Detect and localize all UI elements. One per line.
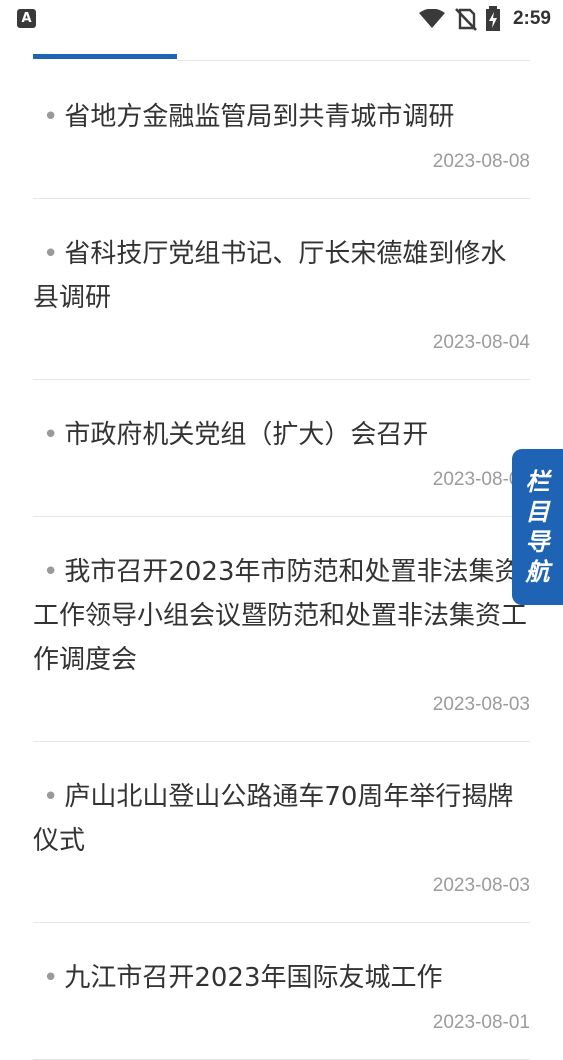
news-date: 2023-08-01: [432, 1012, 530, 1033]
news-title[interactable]: • 市政府机关党组（扩大）会召开: [33, 413, 530, 457]
nav-tab-char: 栏: [525, 468, 550, 496]
no-sim-icon: [455, 8, 477, 31]
news-item[interactable]: • 九江市召开2023年国际友城工作 2023-08-01: [33, 923, 530, 1060]
bullet: •: [43, 102, 59, 132]
app-notification-icon: A: [17, 9, 36, 28]
wifi-icon: [418, 9, 445, 28]
news-item[interactable]: • 庐山北山登山公路通车70周年举行揭牌仪式 2023-08-03: [33, 742, 530, 923]
news-item[interactable]: • 市政府机关党组（扩大）会召开 2023-08-03: [33, 380, 530, 517]
news-title-text[interactable]: 省地方金融监管局到共青城市调研: [64, 102, 454, 132]
tab-strip: [33, 38, 530, 62]
nav-tab-char: 导: [525, 528, 550, 556]
news-date: 2023-08-08: [432, 151, 530, 172]
news-item[interactable]: • 我市召开2023年市防范和处置非法集资工作领导小组会议暨防范和处置非法集资工作…: [33, 517, 530, 742]
status-icons: 2:59: [418, 5, 551, 33]
bullet: •: [43, 782, 59, 812]
bullet: •: [43, 420, 59, 450]
news-item[interactable]: • 省地方金融监管局到共青城市调研 2023-08-08: [33, 62, 530, 199]
bullet: •: [43, 557, 59, 587]
bullet: •: [43, 239, 59, 269]
tab-divider: [177, 60, 530, 61]
news-date: 2023-08-03: [432, 469, 530, 490]
news-title-text[interactable]: 庐山北山登山公路通车70周年举行揭牌仪式: [33, 782, 513, 856]
news-list: • 省地方金融监管局到共青城市调研 2023-08-08 • 省科技厅党组书记、厅长…: [33, 62, 530, 1060]
news-title[interactable]: • 省地方金融监管局到共青城市调研: [33, 95, 530, 139]
news-title[interactable]: • 九江市召开2023年国际友城工作: [33, 956, 530, 1000]
news-title-text[interactable]: 我市召开2023年市防范和处置非法集资工作领导小组会议暨防范和处置非法集资工作调…: [33, 557, 527, 675]
news-title-text[interactable]: 市政府机关党组（扩大）会召开: [64, 420, 428, 450]
news-title-text[interactable]: 九江市召开2023年国际友城工作: [64, 963, 442, 993]
battery-charging-icon: [485, 6, 500, 31]
clock: 2:59: [512, 8, 551, 29]
news-title[interactable]: • 庐山北山登山公路通车70周年举行揭牌仪式: [33, 775, 530, 863]
status-bar: A 2:59: [0, 0, 563, 38]
news-title[interactable]: • 我市召开2023年市防范和处置非法集资工作领导小组会议暨防范和处置非法集资工作…: [33, 550, 530, 682]
news-date: 2023-08-03: [432, 875, 530, 896]
bullet: •: [43, 963, 59, 993]
active-tab-indicator: [33, 54, 177, 59]
news-item[interactable]: • 省科技厅党组书记、厅长宋德雄到修水县调研 2023-08-04: [33, 199, 530, 380]
news-date: 2023-08-04: [432, 332, 530, 353]
news-title[interactable]: • 省科技厅党组书记、厅长宋德雄到修水县调研: [33, 232, 530, 320]
news-date: 2023-08-03: [432, 694, 530, 715]
nav-tab-char: 目: [525, 498, 550, 526]
nav-tab-char: 航: [525, 558, 550, 586]
news-title-text[interactable]: 省科技厅党组书记、厅长宋德雄到修水县调研: [33, 239, 506, 313]
column-nav-button[interactable]: 栏 目 导 航: [512, 449, 563, 605]
